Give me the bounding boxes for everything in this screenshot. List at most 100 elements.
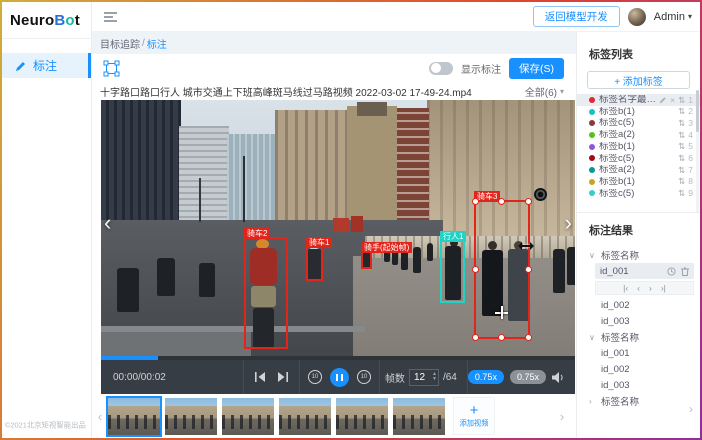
resize-handle[interactable]	[498, 198, 505, 205]
tag-list-item[interactable]: 标签c(5) ⇅3	[577, 117, 700, 129]
forward-10-icon[interactable]: 10	[357, 370, 371, 384]
back-to-model-dev-button[interactable]: 返回模型开发	[533, 6, 620, 27]
sort-tag-icon[interactable]: ⇅	[678, 96, 685, 105]
logo-part: B	[54, 12, 65, 29]
video-thumbnail[interactable]	[279, 398, 331, 435]
thumbnail-strip: ‹ + 添加视频 ›	[92, 394, 576, 438]
breadcrumb-parent[interactable]: 目标追踪	[100, 36, 140, 51]
resize-handle[interactable]	[498, 334, 505, 341]
tag-list-item[interactable]: 标签b(1) ⇅5	[577, 141, 700, 153]
tree-item[interactable]: id_002	[577, 361, 700, 377]
volume-icon[interactable]	[552, 372, 565, 383]
resize-handle[interactable]	[472, 334, 479, 341]
bounding-box[interactable]: 骑手(起始帧)	[361, 251, 372, 269]
player-controls: 00:00/00:02 10 10 帧数 ▲▼ /64 0.75x 0.75x	[101, 360, 575, 394]
frame-number-stepper[interactable]: ▲▼	[409, 369, 439, 386]
tag-list-item[interactable]: 标签b(1) ⇅8	[577, 176, 700, 188]
resize-handle[interactable]	[472, 198, 479, 205]
next-video-chevron[interactable]: ›	[565, 212, 572, 234]
bounding-box-label: 骑车2	[244, 228, 270, 239]
tree-item[interactable]: id_003	[577, 313, 700, 329]
tag-list-item[interactable]: 标签c(5) ⇅6	[577, 152, 700, 164]
panel-scrollbar[interactable]	[696, 90, 699, 212]
tree-item[interactable]: id_002	[577, 297, 700, 313]
video-frame[interactable]: 骑车2 骑车1 骑手(起始帧) 行人1 骑车3 ‹ ›	[101, 100, 575, 356]
delete-icon[interactable]	[681, 267, 689, 276]
screenshot-frame: NeuroBot 标注 ©2021北京矩视智能出品 返回模型开发 Admin▾ …	[0, 0, 702, 440]
last-frame-icon[interactable]: ›|	[661, 283, 666, 293]
scene-figure	[567, 247, 575, 285]
tree-item[interactable]: id_001	[577, 345, 700, 361]
resize-handle[interactable]	[472, 266, 479, 273]
sort-tag-icon[interactable]: ⇅	[678, 154, 685, 163]
tag-list-item[interactable]: 标签a(2) ⇅4	[577, 129, 700, 141]
delete-tag-icon[interactable]: ×	[670, 96, 675, 105]
user-avatar[interactable]	[628, 8, 646, 26]
caret-down-icon: ▾	[560, 87, 564, 96]
sort-tag-icon[interactable]: ⇅	[678, 142, 685, 151]
tree-item-label: id_003	[601, 316, 630, 327]
speed-pill-active[interactable]: 0.75x	[468, 370, 504, 384]
thumbs-scroll-right-icon[interactable]: ›	[554, 409, 570, 424]
resize-handle[interactable]	[525, 334, 532, 341]
resize-handle[interactable]	[525, 198, 532, 205]
save-button[interactable]: 保存(S)	[509, 58, 564, 79]
sidebar-item-annotate[interactable]: 标注	[2, 53, 91, 78]
tag-order: 3	[688, 119, 693, 128]
collapse-sidebar-icon[interactable]	[104, 12, 117, 22]
logo-part: o	[45, 12, 54, 29]
next-frame-icon[interactable]	[277, 372, 288, 382]
cyclist-body	[117, 268, 139, 312]
sort-tag-icon[interactable]: ⇅	[678, 119, 685, 128]
tree-group[interactable]: ∨标签名称	[577, 329, 700, 345]
rotate-handle[interactable]	[534, 188, 547, 201]
add-video-button[interactable]: + 添加视频	[453, 397, 495, 435]
tag-list-item[interactable]: 标签b(1) ⇅2	[577, 106, 700, 118]
prev-frame-icon[interactable]	[255, 372, 266, 382]
sidebar-item-label: 标注	[33, 57, 57, 74]
video-thumbnail[interactable]	[108, 398, 160, 435]
rewind-10-icon[interactable]: 10	[308, 370, 322, 384]
filter-dropdown[interactable]: 全部(6)▾	[525, 84, 564, 99]
tag-list-item[interactable]: 标签c(5) ⇅9	[577, 188, 700, 200]
video-thumbnail[interactable]	[336, 398, 388, 435]
next-frame-icon[interactable]: ›	[649, 283, 652, 293]
tree-group-name: 标签名称	[601, 248, 639, 262]
video-thumbnail[interactable]	[393, 398, 445, 435]
speed-pill-secondary[interactable]: 0.75x	[510, 370, 546, 384]
tag-list-item[interactable]: 标签名字最长数... × ⇅ 1	[577, 94, 700, 106]
tree-item[interactable]: id_003	[577, 377, 700, 393]
tree-item-selected[interactable]: id_001	[595, 263, 694, 279]
prev-frame-icon[interactable]: ‹	[637, 283, 640, 293]
tree-group-collapsed[interactable]: ›标签名称	[577, 393, 700, 409]
resize-handle[interactable]	[525, 266, 532, 273]
video-thumbnail[interactable]	[222, 398, 274, 435]
edit-tag-icon[interactable]	[659, 96, 667, 104]
sort-tag-icon[interactable]: ⇅	[678, 166, 685, 175]
bounding-box[interactable]: 骑车2	[244, 237, 288, 349]
show-annotations-toggle[interactable]	[429, 62, 453, 75]
bounding-box[interactable]: 行人1	[440, 240, 465, 303]
video-thumbnail[interactable]	[165, 398, 217, 435]
tag-color-dot	[589, 132, 595, 138]
tree-group[interactable]: ∨标签名称	[577, 247, 700, 263]
thumbs-scroll-left-icon[interactable]: ‹	[92, 409, 108, 424]
sort-tag-icon[interactable]: ⇅	[678, 189, 685, 198]
sort-tag-icon[interactable]: ⇅	[678, 107, 685, 116]
user-menu[interactable]: Admin▾	[654, 11, 692, 23]
sort-tag-icon[interactable]: ⇅	[678, 177, 685, 186]
bounding-box[interactable]: 骑车1	[306, 246, 323, 281]
sort-tag-icon[interactable]: ⇅	[678, 131, 685, 140]
stepper-arrows-icon[interactable]: ▲▼	[432, 370, 437, 385]
first-frame-icon[interactable]: |‹	[623, 283, 628, 293]
tag-list-item[interactable]: 标签a(2) ⇅7	[577, 164, 700, 176]
pause-button[interactable]	[330, 368, 349, 387]
frame-number-input[interactable]	[410, 372, 428, 383]
panel-scroll-right-icon[interactable]: ›	[689, 402, 693, 416]
prev-video-chevron[interactable]: ‹	[104, 212, 111, 234]
video-progress-bar[interactable]	[101, 356, 575, 360]
add-tag-button[interactable]: + 添加标签	[587, 71, 690, 89]
history-icon[interactable]	[667, 267, 676, 276]
caret-right-icon: ›	[589, 397, 596, 406]
bbox-tool-icon[interactable]	[103, 60, 120, 77]
